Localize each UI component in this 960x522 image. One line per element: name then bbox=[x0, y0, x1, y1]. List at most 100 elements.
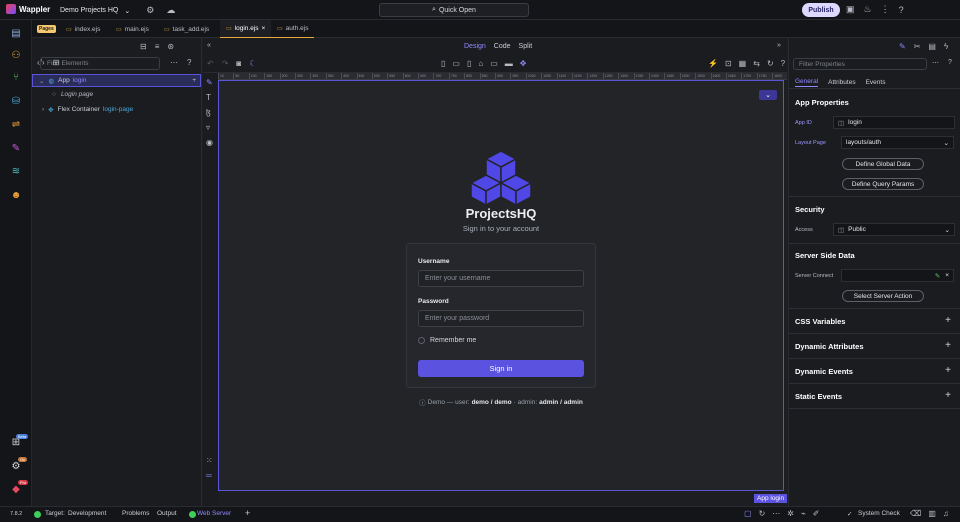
tree-item-app[interactable]: ⌄ ◍ App login + bbox=[32, 74, 201, 87]
output-tab[interactable]: Output bbox=[157, 510, 177, 517]
device-fluid-icon[interactable]: ✥ bbox=[520, 59, 527, 68]
dark-mode-icon[interactable]: ☾ bbox=[249, 59, 256, 68]
mode-code[interactable]: Code bbox=[494, 43, 511, 50]
chart-icon[interactable]: ⌁ bbox=[801, 509, 806, 518]
device-tablet-icon[interactable]: ▭ bbox=[452, 59, 460, 68]
select-server-action-button[interactable]: Select Server Action bbox=[842, 290, 924, 302]
quick-open-button[interactable]: ⌕ Quick Open bbox=[379, 3, 529, 17]
expand-icon[interactable]: + bbox=[945, 390, 951, 401]
workflows-icon[interactable]: ⚇ bbox=[8, 47, 24, 63]
expand-icon[interactable]: + bbox=[945, 365, 951, 376]
problems-tab[interactable]: Problems bbox=[122, 510, 149, 517]
remember-checkbox[interactable] bbox=[418, 337, 425, 344]
bolt-icon[interactable]: ϟ bbox=[944, 42, 948, 51]
add-icon[interactable]: + bbox=[192, 77, 196, 84]
username-input[interactable]: Enter your username bbox=[418, 270, 584, 287]
web-server-tab[interactable]: Web Server bbox=[197, 510, 231, 517]
close-icon[interactable]: × bbox=[945, 272, 949, 279]
book-icon[interactable]: ▤ bbox=[928, 42, 936, 51]
target-value[interactable]: Development bbox=[68, 510, 106, 517]
routing-icon[interactable]: ⇌ bbox=[8, 116, 24, 132]
align-icon[interactable]: ═ bbox=[206, 471, 212, 480]
filter-properties-input[interactable]: Filter Properties bbox=[793, 58, 927, 70]
more-icon[interactable]: ⋯ bbox=[932, 59, 939, 67]
edit-properties-icon[interactable]: ✎ bbox=[899, 42, 906, 51]
undo-icon[interactable]: ↶ bbox=[207, 59, 214, 68]
edit-icon[interactable]: ✎ bbox=[206, 78, 213, 87]
layers-icon[interactable]: ≋ bbox=[8, 163, 24, 179]
ai-assistant-icon[interactable]: ☻ bbox=[8, 187, 24, 203]
layout-page-select[interactable]: layouts/auth ⌄ bbox=[841, 136, 954, 149]
device-wide-icon[interactable]: ▬ bbox=[505, 59, 513, 68]
project-selector[interactable]: Demo Projects HQ ⌄ ⚙ ☁ bbox=[60, 5, 175, 16]
find-elements-input[interactable]: Find Elements bbox=[40, 57, 160, 70]
help-icon[interactable]: ? bbox=[781, 59, 785, 68]
mode-design[interactable]: Design bbox=[464, 43, 486, 50]
collapse-left-icon[interactable]: « bbox=[207, 42, 211, 49]
help-icon[interactable]: ? bbox=[899, 5, 904, 15]
system-check-button[interactable]: System Check bbox=[858, 510, 900, 517]
brush-icon[interactable]: ✐ bbox=[813, 509, 820, 518]
more-vertical-icon[interactable]: ⋮ bbox=[881, 4, 890, 15]
sync-icon[interactable]: ⇆ bbox=[753, 59, 760, 68]
fire-icon[interactable]: ♨ bbox=[864, 4, 872, 15]
selection-tag[interactable]: App login bbox=[754, 494, 788, 503]
publish-button[interactable]: Publish bbox=[802, 3, 840, 17]
redo-icon[interactable]: ↷ bbox=[222, 59, 229, 68]
tab-events[interactable]: Events bbox=[866, 79, 886, 86]
images-icon[interactable]: ⊡ bbox=[725, 59, 732, 68]
tab-attributes[interactable]: Attributes bbox=[828, 79, 855, 86]
pencil-icon[interactable]: ✎ bbox=[935, 272, 940, 280]
eraser-icon[interactable]: ⌫ bbox=[910, 509, 921, 518]
sign-in-button[interactable]: Sign in bbox=[418, 360, 584, 377]
expand-icon[interactable]: + bbox=[945, 340, 951, 351]
section-dynamic-attributes[interactable]: Dynamic Attributes bbox=[795, 342, 864, 351]
help-icon[interactable]: ? bbox=[948, 59, 952, 66]
section-dynamic-events[interactable]: Dynamic Events bbox=[795, 367, 853, 376]
define-query-params-button[interactable]: Define Query Params bbox=[842, 178, 924, 190]
close-icon[interactable]: × bbox=[262, 25, 266, 32]
puzzle-icon[interactable]: ✲ bbox=[787, 509, 794, 518]
hierarchy-icon[interactable]: ⊛ bbox=[167, 42, 174, 51]
tab-general[interactable]: General bbox=[795, 78, 819, 87]
grid-icon[interactable]: ▦ bbox=[739, 59, 747, 68]
device-laptop-icon[interactable]: ⌂ bbox=[478, 59, 483, 68]
bell-icon[interactable]: ♫ bbox=[943, 509, 949, 518]
tab-task-add[interactable]: ▭ task_add.ejs bbox=[158, 20, 215, 38]
database-icon[interactable]: ⛁ bbox=[8, 93, 24, 109]
gear-icon[interactable]: ⚙ bbox=[146, 5, 154, 16]
git-icon[interactable]: ⑂ bbox=[8, 69, 24, 85]
section-css-variables[interactable]: CSS Variables bbox=[795, 317, 845, 326]
more-icon[interactable]: ⋯ bbox=[772, 509, 780, 518]
tools-icon[interactable]: ✂ bbox=[914, 42, 921, 51]
help-icon[interactable]: ? bbox=[187, 58, 191, 67]
camera-icon[interactable]: ◙ bbox=[236, 59, 241, 68]
expand-icon[interactable]: + bbox=[945, 315, 951, 326]
eye-icon[interactable]: ◉ bbox=[206, 138, 213, 147]
section-static-events[interactable]: Static Events bbox=[795, 392, 842, 401]
chevron-down-icon[interactable]: ⌄ bbox=[759, 90, 777, 100]
tree-item-login-page[interactable]: ○ Login page bbox=[32, 88, 201, 101]
refresh-icon[interactable]: ↻ bbox=[759, 509, 766, 518]
server-connect-field[interactable]: ✎ × bbox=[841, 269, 954, 282]
more-icon[interactable]: ⋯ bbox=[170, 58, 178, 67]
sort-icon[interactable]: ≡ bbox=[155, 42, 160, 51]
tree-icon[interactable]: ⊟ bbox=[140, 42, 147, 51]
assets-icon[interactable]: ✎ bbox=[8, 140, 24, 156]
square-icon[interactable]: ▢ bbox=[744, 509, 752, 518]
define-global-data-button[interactable]: Define Global Data bbox=[842, 158, 924, 170]
add-icon[interactable]: + bbox=[245, 508, 250, 518]
refresh-icon[interactable]: ↻ bbox=[767, 59, 774, 68]
tree-item-flex-container[interactable]: › ✥ Flex Container login-page bbox=[32, 103, 201, 116]
ai-icon[interactable]: ⚡ bbox=[708, 59, 718, 68]
panels-icon[interactable]: ▣ bbox=[846, 4, 855, 15]
grid-dots-icon[interactable]: ⁙ bbox=[206, 456, 213, 465]
cloud-upload-icon[interactable]: ☁ bbox=[166, 5, 175, 16]
mode-split[interactable]: Split bbox=[519, 43, 533, 50]
bind-icon[interactable]: ɮ bbox=[206, 108, 211, 117]
device-tablet-portrait-icon[interactable]: ▯ bbox=[467, 59, 471, 68]
remember-me[interactable]: Remember me bbox=[418, 337, 476, 344]
collapse-right-icon[interactable]: » bbox=[777, 42, 781, 49]
tab-login[interactable]: ▭ login.ejs × bbox=[220, 20, 272, 38]
tab-auth[interactable]: ▭ auth.ejs bbox=[271, 20, 315, 38]
